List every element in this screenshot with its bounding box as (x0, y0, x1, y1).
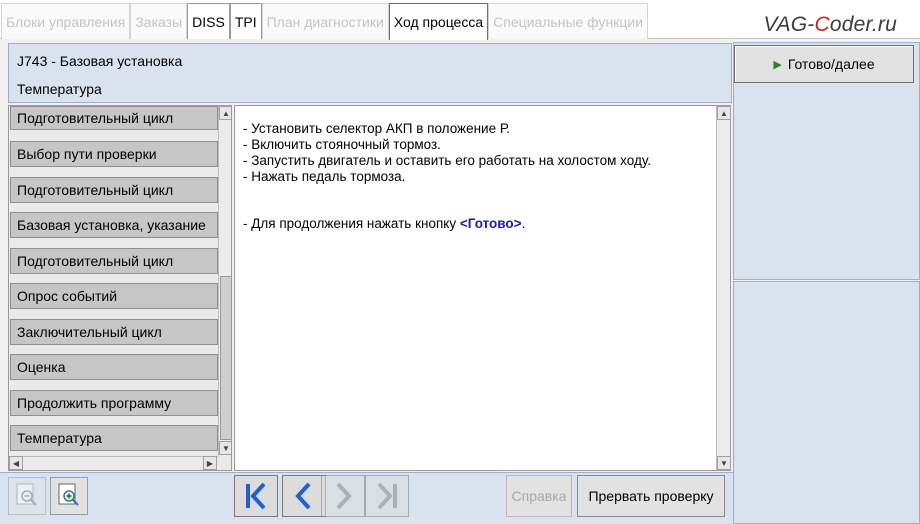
ready-reference: <Готово> (459, 216, 522, 231)
bottom-toolbar: Справка Прервать проверку (0, 472, 733, 524)
ready-next-button[interactable]: ▶ Готово/далее (734, 45, 914, 83)
tabs: Блоки управления Заказы DISS TPI План ди… (1, 3, 649, 40)
watermark-logo: VAG-Coder.ru (763, 13, 897, 36)
tab-tpi[interactable]: TPI (229, 3, 262, 39)
zoom-out-icon (16, 483, 37, 506)
skip-to-last-icon (377, 482, 397, 510)
tab-orders[interactable]: Заказы (130, 3, 188, 39)
scroll-left-icon[interactable]: ◀ (9, 456, 23, 470)
scroll-thumb[interactable] (220, 276, 231, 440)
list-item[interactable]: Подготовительный цикл (10, 106, 218, 130)
instruction-line: - Нажать педаль тормоза. (243, 169, 406, 184)
header-panel: J743 - Базовая установка Температура (8, 43, 732, 103)
instruction-panel: - Установить селектор АКП в положение Р.… (234, 105, 731, 471)
play-icon: ▶ (773, 58, 782, 71)
instruction-line: - Запустить двигатель и оставить его раб… (243, 153, 651, 168)
tab-diss[interactable]: DISS (187, 3, 230, 39)
next-step-button[interactable] (321, 475, 365, 517)
instruction-line: - Установить селектор АКП в положение Р. (243, 121, 511, 136)
list-item[interactable]: Подготовительный цикл (10, 177, 218, 203)
skip-to-first-icon (246, 482, 266, 510)
abort-test-button[interactable]: Прервать проверку (577, 475, 725, 517)
right-bottom-panel (733, 281, 920, 524)
list-item[interactable]: Выбор пути проверки (10, 141, 218, 167)
scroll-down-icon[interactable]: ▼ (219, 441, 231, 455)
instruction-line: - Включить стояночный тормоз. (243, 137, 441, 152)
chevron-right-icon (336, 482, 352, 510)
right-top-panel: ▶ Готово/далее (733, 42, 920, 280)
ready-next-label: Готово/далее (787, 56, 875, 72)
step-list-horizontal-scrollbar[interactable]: ◀ ▶ (9, 456, 218, 470)
step-list: Подготовительный цикл Выбор пути проверк… (8, 105, 232, 471)
list-item[interactable]: Опрос событий (10, 283, 218, 309)
scroll-down-icon[interactable]: ▼ (717, 456, 731, 470)
help-button[interactable]: Справка (506, 475, 572, 517)
tab-bar: Блоки управления Заказы DISS TPI План ди… (0, 0, 920, 40)
chevron-left-icon (295, 482, 311, 510)
scroll-right-icon[interactable]: ▶ (203, 456, 217, 470)
list-item[interactable]: Подготовительный цикл (10, 248, 218, 274)
last-step-button[interactable] (365, 475, 409, 517)
list-item[interactable]: Базовая установка, указание (10, 212, 218, 238)
instruction-vertical-scrollbar[interactable]: ▲ ▼ (716, 106, 731, 470)
module-title: J743 - Базовая установка (17, 53, 183, 69)
list-item-selected[interactable]: Температура (10, 425, 218, 451)
tab-process[interactable]: Ход процесса (388, 3, 489, 40)
list-item[interactable]: Оценка (10, 354, 218, 380)
tab-diagnostic-plan[interactable]: План диагностики (261, 3, 389, 39)
tab-special-functions[interactable]: Специальные функции (488, 3, 649, 39)
scroll-up-icon[interactable]: ▲ (219, 106, 231, 120)
first-step-button[interactable] (234, 475, 278, 517)
instruction-text: - Установить селектор АКП в положение Р.… (243, 121, 651, 232)
function-title: Температура (17, 81, 102, 97)
continue-instruction: - Для продолжения нажать кнопку <Готово>… (243, 216, 526, 231)
zoom-out-button[interactable] (8, 477, 46, 515)
zoom-in-icon (58, 483, 79, 506)
previous-step-button[interactable] (282, 475, 326, 517)
list-item[interactable]: Продолжить программу (10, 390, 218, 416)
list-item[interactable]: Заключительный цикл (10, 319, 218, 345)
zoom-in-button[interactable] (50, 477, 88, 515)
tab-control-units[interactable]: Блоки управления (1, 3, 131, 39)
scroll-up-icon[interactable]: ▲ (717, 106, 731, 120)
step-list-vertical-scrollbar[interactable]: ▲ ▼ (218, 106, 231, 456)
